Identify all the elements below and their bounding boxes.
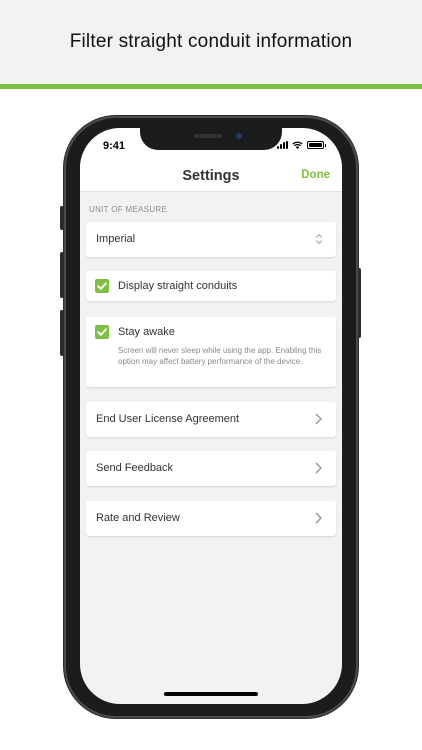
earpiece-speaker	[194, 134, 222, 138]
accent-bar	[0, 84, 422, 89]
checkbox-checked-icon[interactable]	[95, 279, 109, 293]
stay-awake-toggle[interactable]: Stay awake Screen will never sleep while…	[86, 317, 336, 387]
rate-and-review-row[interactable]: Rate and Review	[86, 501, 336, 536]
navigation-bar: Settings Done	[80, 162, 342, 192]
eula-row[interactable]: End User License Agreement	[86, 402, 336, 437]
status-icons	[277, 141, 326, 149]
send-feedback-row[interactable]: Send Feedback	[86, 451, 336, 486]
unit-section-header: UNIT OF MEASURE	[89, 205, 168, 214]
rate-review-label: Rate and Review	[96, 512, 180, 524]
unit-of-measure-select[interactable]: Imperial	[86, 222, 336, 257]
wifi-icon	[292, 141, 303, 149]
notch	[140, 128, 282, 150]
display-conduits-label: Display straight conduits	[118, 280, 238, 292]
eula-label: End User License Agreement	[96, 413, 240, 425]
promo-header: Filter straight conduit information	[0, 0, 422, 86]
home-indicator[interactable]	[164, 692, 258, 696]
promo-title: Filter straight conduit information	[69, 31, 353, 52]
stay-awake-description: Screen will never sleep while using the …	[118, 346, 322, 366]
chevron-right-icon	[315, 413, 322, 425]
phone-screen: 9:41 Settings Done UNIT OF MEASURE Imper…	[80, 128, 342, 704]
send-feedback-label: Send Feedback	[96, 462, 174, 474]
chevron-right-icon	[315, 512, 322, 524]
status-time: 9:41	[103, 140, 126, 152]
done-button[interactable]: Done	[301, 169, 330, 181]
stepper-icon	[315, 233, 323, 245]
checkbox-checked-icon[interactable]	[95, 325, 109, 339]
chevron-right-icon	[315, 462, 322, 474]
front-camera	[236, 133, 242, 139]
unit-value: Imperial	[96, 233, 136, 245]
stay-awake-label: Stay awake	[118, 326, 175, 338]
battery-icon	[307, 141, 326, 149]
display-straight-conduits-toggle[interactable]: Display straight conduits	[86, 271, 336, 301]
